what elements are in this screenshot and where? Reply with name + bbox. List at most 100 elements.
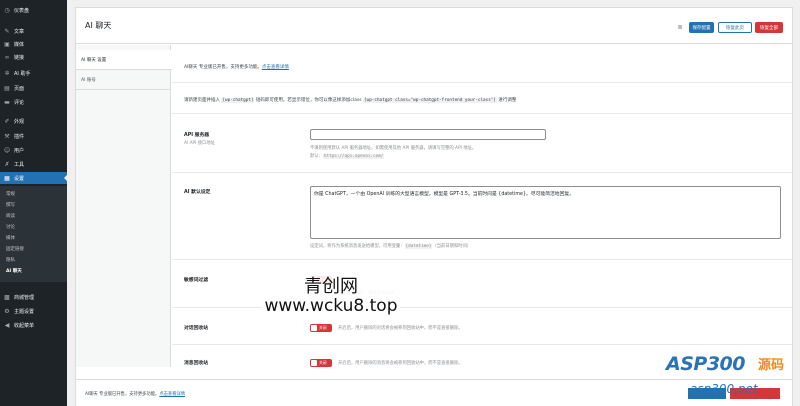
watermark-site-url: www.wcku8.top xyxy=(264,296,398,316)
menu-item-collapse[interactable]: ◀ 收起菜单 xyxy=(0,319,67,331)
menu-label: 收起菜单 xyxy=(14,322,35,329)
comment-icon: ▬ xyxy=(4,98,10,106)
divider xyxy=(172,172,792,173)
pro-notice-text: AI聊天 专业版已开售，支持更多功能。 xyxy=(184,65,262,70)
submenu-discussion[interactable]: 讨论 xyxy=(0,222,67,232)
menu-item-theme-settings[interactable]: ⚙ 主题设置 xyxy=(0,305,67,317)
message-recycle-toggle[interactable]: 关闭 xyxy=(310,359,332,367)
menu-label: 文章 xyxy=(14,28,25,35)
menu-label: 链接 xyxy=(14,54,25,61)
menu-label: 工具 xyxy=(14,161,25,168)
menu-label: 主题设置 xyxy=(14,308,35,315)
user-icon: ☺ xyxy=(3,146,11,154)
submenu-permalinks[interactable]: 固定链接 xyxy=(0,244,67,254)
menu-label: 评论 xyxy=(14,99,25,106)
submenu-reading[interactable]: 阅读 xyxy=(0,211,67,221)
usage-text-mid: 短码即可使用。若显示错位，你可以像这样添加class xyxy=(255,98,362,103)
submenu-writing[interactable]: 撰写 xyxy=(0,200,67,210)
site-watermark: 青创网 www.wcku8.top xyxy=(262,269,400,323)
menu-label: 插件 xyxy=(14,133,25,140)
menu-item-shop[interactable]: ▩ 商城管理 xyxy=(0,291,67,303)
default-prompt-textarea[interactable]: 你是 ChatGPT，一个由 OpenAI 训练的大型语言模型，模型是 GPT-… xyxy=(310,186,781,239)
usage-instructions: 请新建页面并插入 [wp-chatgpt] 短码即可使用。若显示错位，你可以像这… xyxy=(184,97,516,103)
page-icon: ▤ xyxy=(4,84,10,92)
conversation-recycle-label: 对话回收站 xyxy=(184,326,208,331)
conversation-recycle-toggle[interactable]: 关闭 xyxy=(310,324,332,332)
collapse-icon: ◀ xyxy=(4,321,10,329)
default-prompt-help: 设定词，将作为系统消息发送给模型。可用变量：{datetime}（当前日期和时间… xyxy=(310,243,471,249)
default-prefix: 默认： xyxy=(310,154,323,159)
sensitive-filter-label: 敏感词过滤 xyxy=(184,278,208,283)
shop-icon: ▩ xyxy=(4,293,10,301)
reset-page-button[interactable]: 恢复此页 xyxy=(718,22,752,33)
menu-item-pages[interactable]: ▤ 页面 xyxy=(0,82,67,94)
api-server-default: 默认：https://api.openai.com/ xyxy=(310,153,385,159)
reset-all-button[interactable]: 恢复全部 xyxy=(755,22,783,33)
prompt-help-text-post: （当前日期和时间） xyxy=(432,244,472,249)
tab-ai-account[interactable]: AI 账号 xyxy=(76,70,171,90)
wrench-icon: ✗ xyxy=(4,160,10,168)
panel-header: AI 聊天 ≣ 保存配置 恢复此页 恢复全部 xyxy=(76,8,792,44)
shortcode-with-class: [wp-chatgpt class="wp-chatgpt-frontend y… xyxy=(363,98,497,103)
usage-text-pre: 请新建页面并插入 xyxy=(184,98,220,103)
message-recycle-label: 消息回收站 xyxy=(184,361,208,366)
asp300-logo-url: asp300.net xyxy=(690,382,758,396)
asp300-logo-watermark: ASP300 源码 asp300.net xyxy=(666,351,796,401)
menu-label: 页面 xyxy=(14,85,25,92)
menu-item-comments[interactable]: ▬ 评论 xyxy=(0,96,67,108)
menu-label: 商城管理 xyxy=(14,294,35,301)
settings-icon: ▦ xyxy=(4,174,10,182)
settings-tabs: AI 聊天 设置 AI 账号 xyxy=(76,45,172,367)
shortcode-basic: [wp-chatgpt] xyxy=(221,98,255,103)
asp300-logo-badge: 源码 xyxy=(758,358,785,373)
api-server-label: API 服务器 xyxy=(184,133,210,138)
ai-icon: ✲ xyxy=(4,69,10,77)
menu-label: 仪表盘 xyxy=(14,7,30,14)
pin-icon: ✎ xyxy=(4,27,10,35)
divider xyxy=(172,82,792,83)
datetime-variable: {datetime} xyxy=(404,244,433,249)
menu-item-links[interactable]: ∞ 链接 xyxy=(0,51,67,63)
menu-item-users[interactable]: ☺ 用户 xyxy=(0,144,67,156)
asp300-logo-text: ASP300 xyxy=(666,353,745,375)
menu-item-media[interactable]: ▣ 媒体 xyxy=(0,38,67,50)
page-title: AI 聊天 xyxy=(85,21,112,30)
footer-notice: AI聊天 专业版已开售，支持更多功能。点击查看详情 xyxy=(85,391,185,397)
link-icon: ∞ xyxy=(4,53,10,61)
dashboard-icon: ◷ xyxy=(4,6,10,14)
footer-notice-link[interactable]: 点击查看详情 xyxy=(159,392,185,397)
api-server-sublabel: AI API 接口地址 xyxy=(184,141,215,146)
save-config-button[interactable]: 保存配置 xyxy=(689,22,714,33)
usage-text-post: 进行调整 xyxy=(498,98,517,103)
admin-sidebar: ◷ 仪表盘 ✎ 文章 ▣ 媒体 ∞ 链接 ✲ AI 助手 ▤ 页面 ▬ 评论 ✐ 外观 ⚒ 插件 … xyxy=(0,0,67,406)
menu-item-ai-assistant[interactable]: ✲ AI 助手 xyxy=(0,67,67,79)
menu-label: 用户 xyxy=(14,147,25,154)
menu-item-tools[interactable]: ✗ 工具 xyxy=(0,158,67,170)
pro-notice-link[interactable]: 点击查看详情 xyxy=(262,65,289,70)
divider xyxy=(172,344,792,345)
submenu-media[interactable]: 媒体 xyxy=(0,233,67,243)
submenu-privacy[interactable]: 隐私 xyxy=(0,255,67,265)
api-server-input[interactable] xyxy=(310,129,546,140)
footer-notice-text: AI聊天 专业版已开售，支持更多功能。 xyxy=(85,392,160,397)
menu-item-dashboard[interactable]: ◷ 仪表盘 xyxy=(0,4,67,16)
menu-item-settings[interactable]: ▦ 设置 xyxy=(0,172,67,184)
submenu-general[interactable]: 常规 xyxy=(0,189,67,199)
menu-item-appearance[interactable]: ✐ 外观 xyxy=(0,115,67,127)
brush-icon: ✐ xyxy=(4,117,10,125)
menu-toggle-icon[interactable]: ≣ xyxy=(676,22,684,33)
message-recycle-help: 开启后，用户删除的消息将会被移到回收站中，而不是直接删除。 xyxy=(338,361,463,366)
submenu-ai-chat[interactable]: AI 聊天 xyxy=(0,266,67,276)
settings-submenu: 常规 撰写 阅读 讨论 媒体 固定链接 隐私 AI 聊天 xyxy=(0,186,67,282)
menu-label: 设置 xyxy=(14,175,25,182)
pro-notice: AI聊天 专业版已开售，支持更多功能。点击查看详情 xyxy=(184,64,289,70)
menu-item-posts[interactable]: ✎ 文章 xyxy=(0,25,67,37)
menu-item-plugins[interactable]: ⚒ 插件 xyxy=(0,130,67,142)
api-server-help: 不填则使用默认 API 服务器地址。如需使用其他 API 服务器，请填写完整的 … xyxy=(310,146,477,151)
menu-label: 媒体 xyxy=(14,41,25,48)
tab-ai-chat-settings[interactable]: AI 聊天 设置 xyxy=(76,50,172,70)
menu-label: AI 助手 xyxy=(14,70,31,77)
prompt-help-text: 设定词，将作为系统消息发送给模型。可用变量： xyxy=(310,244,405,249)
default-api-url: https://api.openai.com/ xyxy=(322,154,385,159)
watermark-site-name: 青创网 xyxy=(304,276,358,297)
